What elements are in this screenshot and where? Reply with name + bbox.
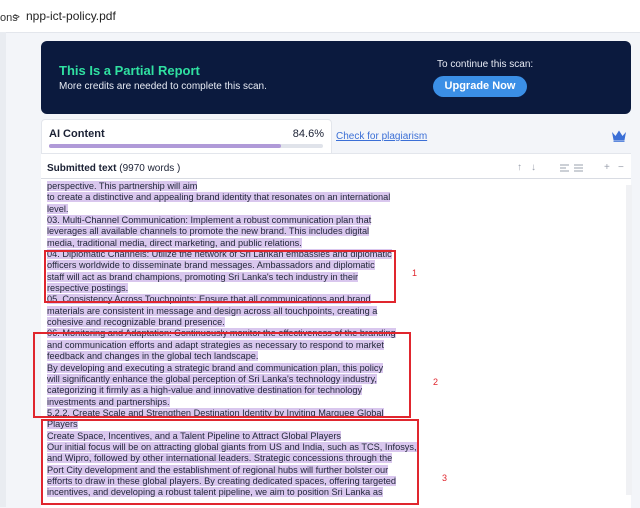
marker-label-2: 2	[433, 377, 439, 387]
banner-cta-text: To continue this scan:	[437, 59, 534, 70]
breadcrumb-separator-icon: >	[14, 12, 20, 23]
banner-title: This Is a Partial Report	[59, 63, 200, 78]
text-line: materials are consistent in message and …	[47, 305, 447, 317]
highlighted-text: materials are consistent in message and …	[47, 305, 378, 316]
word-count: (9970 words )	[119, 163, 181, 174]
text-scrollbar[interactable]	[626, 185, 632, 495]
ai-content-progress-fill	[49, 144, 281, 148]
crown-icon[interactable]	[611, 129, 627, 142]
zoom-in-icon[interactable]: +	[604, 162, 610, 173]
highlighted-text: leverages all available channels to prom…	[47, 226, 370, 237]
left-sidebar-edge	[0, 32, 6, 507]
panel-divider	[41, 178, 631, 179]
text-line: leverages all available channels to prom…	[47, 226, 447, 237]
submitted-text-label: Submitted text	[47, 163, 117, 174]
align-left-icon[interactable]	[560, 164, 569, 172]
highlighted-text: cohesive and recognizable brand presence…	[47, 317, 225, 328]
highlighted-text: media, traditional media, direct marketi…	[47, 237, 302, 248]
tab-ai-content-label: AI Content	[49, 128, 105, 140]
marker-label-1: 1	[412, 268, 418, 278]
ai-content-progress-bar	[49, 144, 323, 148]
highlight-box-2	[33, 332, 411, 418]
upgrade-now-button[interactable]: Upgrade Now	[433, 76, 527, 97]
submitted-text-header: Submitted text (9970 words )	[47, 163, 180, 174]
text-line: cohesive and recognizable brand presence…	[47, 317, 447, 328]
highlight-box-1	[44, 250, 396, 303]
arrow-up-icon[interactable]: ↑	[517, 162, 522, 173]
highlighted-text: perspective. This partnership will aim	[47, 181, 198, 191]
tab-check-plagiarism[interactable]: Check for plagiarism	[336, 131, 427, 142]
text-line: to create a distinctive and appealing br…	[47, 192, 447, 203]
text-line: perspective. This partnership will aim	[47, 181, 447, 192]
highlight-box-3	[41, 419, 419, 505]
arrow-down-icon[interactable]: ↓	[531, 162, 536, 173]
align-justify-icon[interactable]	[574, 164, 583, 172]
highlighted-text: 03. Multi-Channel Communication: Impleme…	[47, 215, 372, 226]
text-line: media, traditional media, direct marketi…	[47, 237, 447, 249]
banner-subtitle: More credits are needed to complete this…	[59, 81, 267, 92]
text-line: 03. Multi-Channel Communication: Impleme…	[47, 215, 447, 226]
partial-report-banner: This Is a Partial Report More credits ar…	[41, 41, 631, 114]
highlighted-text: level.	[47, 203, 69, 214]
ai-content-percentage: 84.6%	[292, 128, 324, 140]
highlighted-text: to create a distinctive and appealing br…	[47, 192, 391, 203]
tab-ai-content[interactable]: AI Content 84.6%	[41, 119, 332, 157]
text-line: level.	[47, 203, 447, 215]
zoom-out-icon[interactable]: −	[618, 162, 624, 173]
breadcrumb-file-name: npp-ict-policy.pdf	[26, 9, 116, 23]
breadcrumb: ons > npp-ict-policy.pdf	[0, 0, 640, 33]
marker-label-3: 3	[442, 473, 448, 483]
